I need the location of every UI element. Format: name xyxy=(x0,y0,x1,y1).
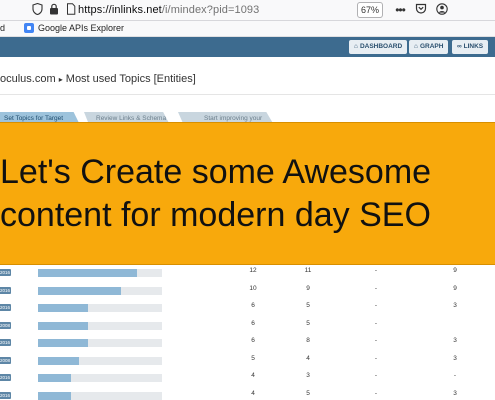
cell-c4: - xyxy=(453,372,457,379)
link-icon: ∞ xyxy=(457,43,462,50)
cell-c3: - xyxy=(374,372,378,379)
banner-line-1: Let's Create some Awesome xyxy=(0,153,432,191)
cell-c4: 3 xyxy=(453,389,457,397)
usage-bar-fill xyxy=(38,321,88,330)
table-row[interactable]: 2008 5 4 - 3 xyxy=(0,353,495,369)
cell-c2: 9 xyxy=(306,284,310,292)
divider xyxy=(0,94,495,95)
cell-c1: 6 xyxy=(251,302,255,309)
cell-c4: 9 xyxy=(453,267,457,274)
google-apis-icon xyxy=(24,23,34,33)
bookmark-google-apis[interactable]: Google APIs Explorer xyxy=(24,23,124,33)
usage-bar xyxy=(38,356,162,365)
row-tag: 2016 xyxy=(0,269,11,276)
links-button[interactable]: ∞ LINKS xyxy=(452,40,489,54)
usage-bar xyxy=(38,304,162,312)
usage-bar xyxy=(38,269,162,277)
row-tag: 2008 xyxy=(0,356,11,364)
account-icon[interactable] xyxy=(436,3,448,17)
usage-bar xyxy=(38,339,162,347)
cell-c4: 9 xyxy=(453,284,457,292)
bookmarks-bar: d Google APIs Explorer xyxy=(0,21,495,37)
row-tag: 2016 xyxy=(0,339,11,346)
usage-bar-fill xyxy=(38,269,138,277)
bookmark-partial[interactable]: d xyxy=(0,23,5,33)
usage-bar xyxy=(38,321,162,330)
usage-bar-fill xyxy=(38,304,88,312)
site-nav-bar: ⌂ DASHBOARD ⌂ GRAPH ∞ LINKS xyxy=(0,37,495,57)
pocket-icon[interactable] xyxy=(415,3,427,17)
cell-c3: - xyxy=(374,302,378,309)
cell-c1: 6 xyxy=(251,319,255,327)
cell-c1: 4 xyxy=(251,372,255,379)
cell-c2: 4 xyxy=(306,354,310,362)
graph-icon: ⌂ xyxy=(414,43,418,50)
home-icon: ⌂ xyxy=(354,43,358,50)
cell-c2: 5 xyxy=(306,389,310,397)
breadcrumb: oculus.com ▸ Most used Topics [Entities] xyxy=(0,73,196,85)
table-row[interactable]: 2016 10 9 - 9 xyxy=(0,283,495,299)
usage-bar-fill xyxy=(38,339,88,347)
links-label: LINKS xyxy=(463,43,484,50)
url-host: https://inlinks.net xyxy=(78,4,162,16)
cell-c4: 3 xyxy=(453,354,457,362)
more-icon[interactable]: ••• xyxy=(394,3,406,17)
url-path: /i/mindex?pid=1093 xyxy=(161,4,260,16)
cell-c4: 3 xyxy=(453,302,457,309)
cell-c2: 5 xyxy=(306,302,310,309)
shield-icon[interactable] xyxy=(31,2,43,17)
cell-c1: 5 xyxy=(251,354,255,362)
banner-line-2: content for modern day SEO xyxy=(0,196,431,234)
cell-c3: - xyxy=(374,354,378,362)
zoom-level-badge[interactable]: 67% xyxy=(357,2,383,18)
row-tag: 2016 xyxy=(0,374,11,381)
table-row[interactable]: 2016 12 11 - 9 xyxy=(0,265,495,281)
page-icon[interactable] xyxy=(65,3,77,17)
cell-c1: 12 xyxy=(249,267,257,274)
url-field[interactable]: https://inlinks.net/i/mindex?pid=1093 xyxy=(78,4,259,16)
row-tag: 2016 xyxy=(0,391,11,399)
cell-c3: - xyxy=(374,389,378,397)
breadcrumb-page: Most used Topics [Entities] xyxy=(65,73,196,85)
cell-c3: - xyxy=(374,319,378,327)
breadcrumb-separator: ▸ xyxy=(58,75,63,84)
cell-c3: - xyxy=(374,337,378,344)
usage-bar-fill xyxy=(38,374,72,382)
table-row[interactable]: 2016 4 5 - 3 xyxy=(0,388,495,400)
graph-button[interactable]: ⌂ GRAPH xyxy=(409,40,449,54)
usage-bar xyxy=(38,286,162,295)
dashboard-button[interactable]: ⌂ DASHBOARD xyxy=(349,40,408,54)
browser-url-bar: https://inlinks.net/i/mindex?pid=1093 67… xyxy=(0,0,495,21)
cell-c1: 4 xyxy=(251,389,255,397)
row-tag: 2016 xyxy=(0,304,11,311)
graph-label: GRAPH xyxy=(419,43,444,50)
cell-c2: 5 xyxy=(306,319,310,327)
cell-c1: 6 xyxy=(251,337,255,344)
row-tag: 2016 xyxy=(0,286,11,294)
usage-bar-fill xyxy=(38,391,72,400)
cell-c4: 3 xyxy=(453,337,457,344)
url-left-icons xyxy=(31,2,77,17)
cell-c2: 3 xyxy=(306,372,310,379)
usage-bar xyxy=(38,374,162,382)
breadcrumb-site[interactable]: oculus.com xyxy=(0,73,56,85)
cell-c1: 10 xyxy=(249,284,257,292)
cell-c2: 11 xyxy=(304,267,312,274)
usage-bar-fill xyxy=(38,286,122,295)
usage-bar xyxy=(38,391,162,400)
table-row[interactable]: 2016 6 8 - 3 xyxy=(0,335,495,351)
lock-icon[interactable] xyxy=(48,3,60,17)
bookmark-label: Google APIs Explorer xyxy=(38,23,125,33)
dashboard-label: DASHBOARD xyxy=(359,43,403,50)
row-tag: 2008 xyxy=(0,321,11,329)
overlay-banner: Let's Create some Awesome content for mo… xyxy=(0,122,495,265)
cell-c2: 8 xyxy=(306,337,310,344)
table-row[interactable]: 2016 4 3 - - xyxy=(0,370,495,386)
usage-bar-fill xyxy=(38,356,79,365)
table-row[interactable]: 2016 6 5 - 3 xyxy=(0,300,495,316)
cell-c3: - xyxy=(374,267,378,274)
url-right-icons: ••• xyxy=(394,3,448,17)
table-row[interactable]: 2008 6 5 - xyxy=(0,318,495,334)
cell-c3: - xyxy=(374,284,378,292)
